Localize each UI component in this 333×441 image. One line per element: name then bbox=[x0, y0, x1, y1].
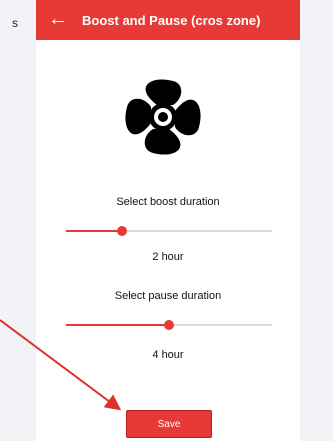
save-button[interactable]: Save bbox=[126, 410, 212, 438]
pause-duration-value: 4 hour bbox=[152, 349, 184, 361]
fan-icon bbox=[125, 79, 201, 155]
boost-slider-thumb[interactable] bbox=[116, 226, 127, 236]
page-title: Boost and Pause (cros zone) bbox=[82, 12, 261, 28]
background-text: s bbox=[12, 16, 18, 30]
app-header: ← Boost and Pause (cros zone) bbox=[36, 0, 300, 40]
pause-slider-thumb[interactable] bbox=[164, 320, 174, 330]
back-arrow-icon[interactable]: ← bbox=[48, 9, 68, 29]
boost-duration-slider[interactable] bbox=[66, 225, 272, 237]
boost-slider-fill bbox=[66, 230, 122, 232]
boost-duration-value: 2 hour bbox=[152, 251, 184, 263]
boost-pause-panel: ← Boost and Pause (cros zone) Select boo… bbox=[36, 0, 300, 441]
pause-slider-fill bbox=[66, 324, 169, 326]
pause-duration-label: Select pause duration bbox=[114, 290, 222, 302]
pause-duration-slider[interactable] bbox=[66, 319, 272, 331]
boost-duration-label: Select boost duration bbox=[116, 196, 220, 208]
